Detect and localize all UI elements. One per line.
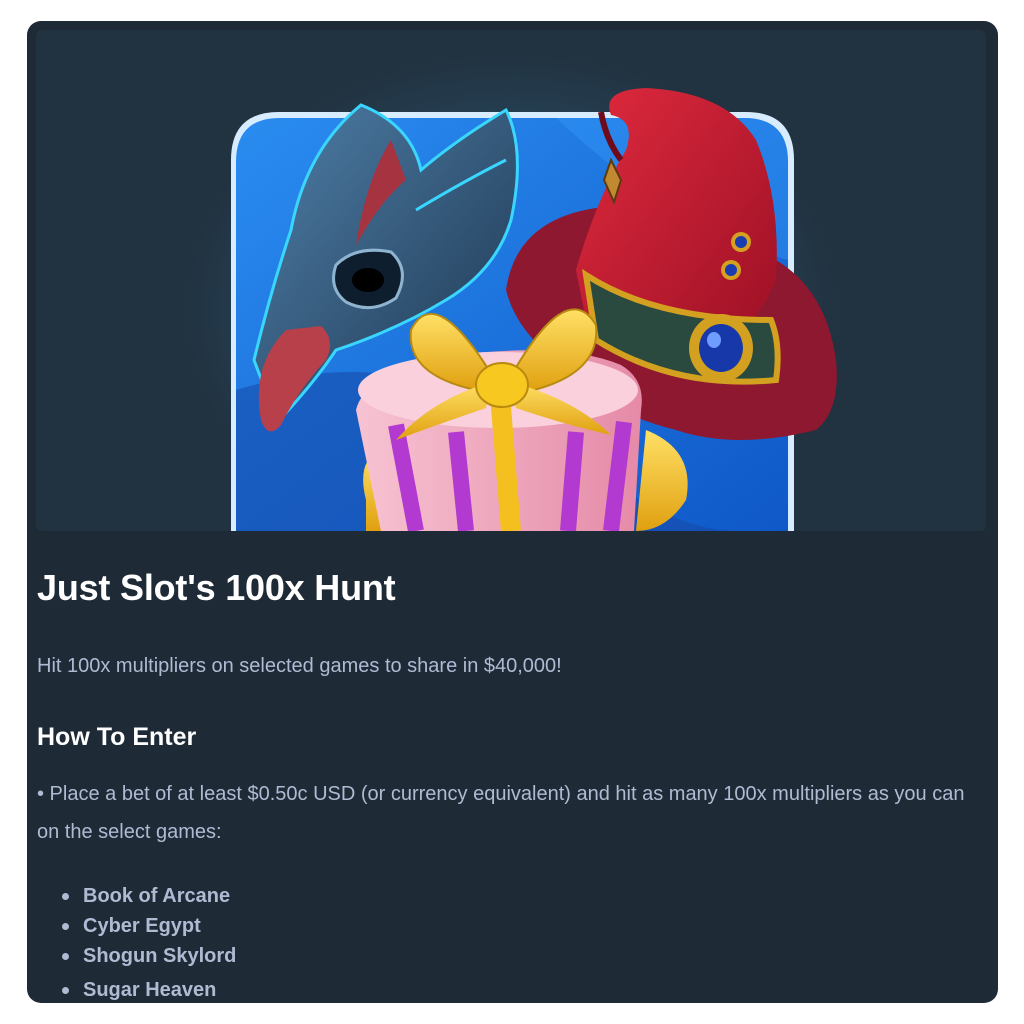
game-list-item: Book of Arcane <box>37 881 236 911</box>
promo-subtitle: Hit 100x multipliers on selected games t… <box>37 655 562 677</box>
promo-hero-image <box>36 30 986 531</box>
game-list-item: Shogun Skylord <box>37 941 236 971</box>
how-to-enter-heading: How To Enter <box>37 723 197 751</box>
bullet-dot-icon <box>62 953 69 960</box>
bullet-dot-icon <box>62 987 69 994</box>
bullet-dot-icon <box>62 893 69 900</box>
promo-title: Just Slot's 100x Hunt <box>37 567 396 608</box>
game-name: Cyber Egypt <box>83 915 201 937</box>
bullet-dot-icon <box>62 923 69 930</box>
game-list-item: Cyber Egypt <box>37 911 236 941</box>
promo-card: Just Slot's 100x Hunt Hit 100x multiplie… <box>27 21 998 1003</box>
eligible-games-list: Book of Arcane Cyber Egypt Shogun Skylor… <box>37 881 236 1003</box>
game-name: Sugar Heaven <box>83 979 217 1001</box>
game-name: Shogun Skylord <box>83 945 237 967</box>
entry-instruction: • Place a bet of at least $0.50c USD (or… <box>37 783 965 843</box>
game-name: Book of Arcane <box>83 885 231 907</box>
hero-illustration <box>181 50 841 531</box>
game-list-item: Sugar Heaven <box>37 975 236 1003</box>
